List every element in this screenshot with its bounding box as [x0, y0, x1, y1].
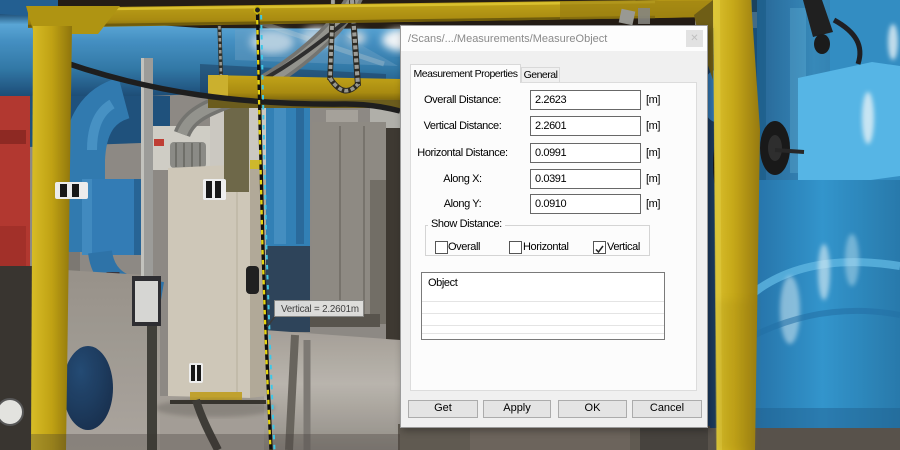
svg-text:Vertical = 2.2601m: Vertical = 2.2601m [281, 304, 359, 315]
